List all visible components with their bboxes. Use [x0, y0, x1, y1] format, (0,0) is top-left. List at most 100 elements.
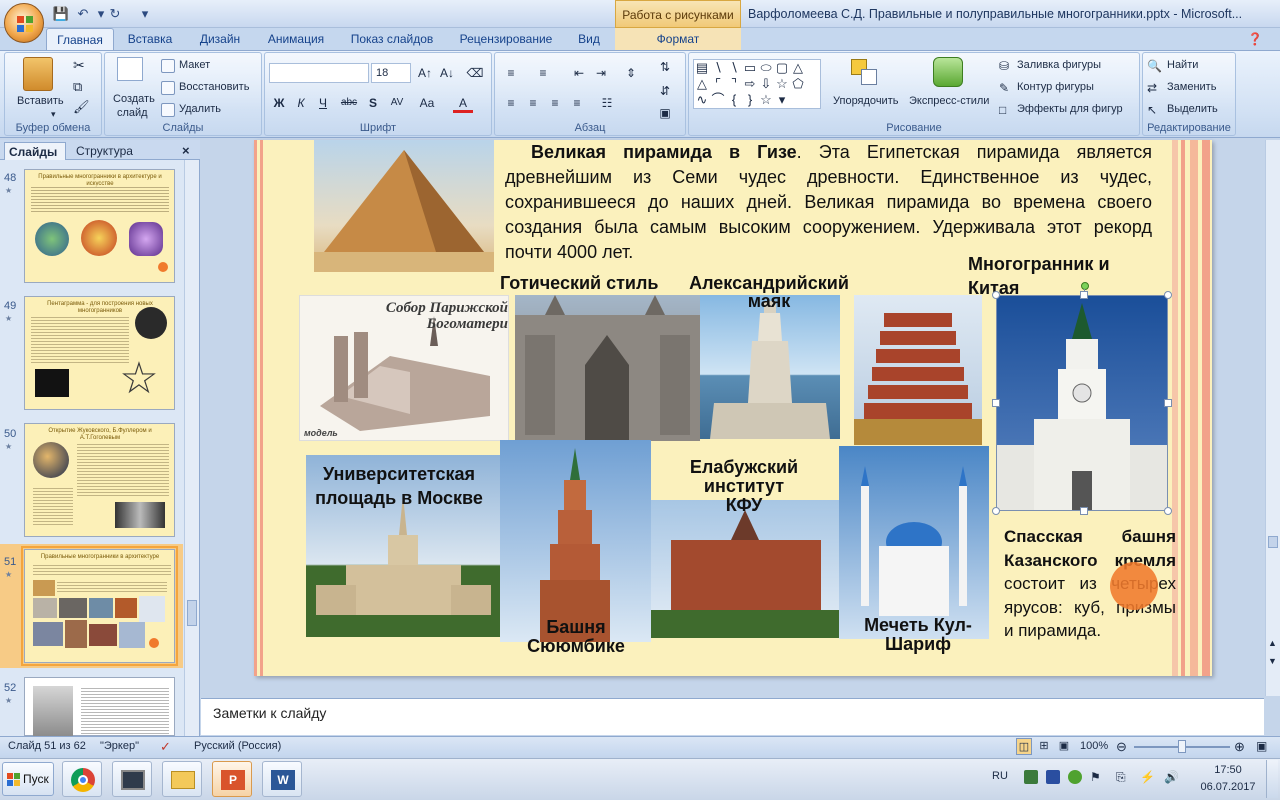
brace-right-shape-icon[interactable]: }: [742, 92, 758, 108]
rounded-rect-shape-icon[interactable]: ▢: [774, 60, 790, 76]
select-button[interactable]: Выделить: [1167, 103, 1218, 115]
zoom-out-icon[interactable]: ⊖: [1116, 738, 1127, 755]
undo-icon[interactable]: ↶: [74, 5, 92, 23]
syuyumbike-image[interactable]: [500, 440, 651, 642]
resize-handle[interactable]: [1080, 507, 1088, 515]
new-slide-button[interactable]: Создать: [113, 93, 155, 105]
font-name-combo[interactable]: [269, 63, 369, 83]
slide-vertical-scrollbar[interactable]: ▲ ▼: [1265, 140, 1280, 696]
pyramid-image[interactable]: [314, 140, 494, 272]
redo-icon[interactable]: ↻: [106, 5, 124, 23]
tab-slides[interactable]: Слайды: [4, 142, 66, 160]
powerpoint-taskbar-button[interactable]: P: [212, 761, 252, 797]
show-desktop-button[interactable]: [1266, 760, 1278, 798]
smartart-icon[interactable]: ▣: [655, 103, 675, 123]
elbow-shape-icon[interactable]: ⌜: [710, 76, 726, 92]
font-color-button[interactable]: A: [453, 93, 473, 113]
fit-to-window-icon[interactable]: ▣: [1256, 738, 1267, 755]
arrow-down-shape-icon[interactable]: ⇩: [758, 76, 774, 92]
replace-button[interactable]: Заменить: [1167, 81, 1216, 93]
pagoda-image[interactable]: [854, 295, 982, 445]
zoom-in-icon[interactable]: ⊕: [1234, 738, 1245, 755]
tab-insert[interactable]: Вставка: [118, 28, 182, 50]
slide-thumbnail-51[interactable]: Правильные многогранники в архитектуре: [21, 546, 178, 666]
slideshow-view-icon[interactable]: ▣: [1056, 738, 1072, 755]
explorer-taskbar-button[interactable]: [162, 761, 202, 797]
notre-dame-image[interactable]: Собор Парижской Богоматери модель: [299, 295, 509, 441]
triangle-shape-icon[interactable]: △: [790, 60, 806, 76]
quick-access-menu-icon[interactable]: ▾: [136, 5, 154, 23]
tab-format[interactable]: Формат: [640, 28, 716, 50]
next-slide-icon[interactable]: ▼: [1268, 656, 1277, 666]
brace-left-shape-icon[interactable]: {: [726, 92, 742, 108]
prev-slide-icon[interactable]: ▲: [1268, 638, 1277, 648]
text-direction-icon[interactable]: ⇅: [655, 57, 675, 77]
lighthouse-image[interactable]: [700, 295, 840, 439]
close-panel-icon[interactable]: ×: [182, 143, 190, 158]
resize-handle[interactable]: [992, 507, 1000, 515]
arrange-icon[interactable]: [849, 57, 879, 87]
chrome-taskbar-button[interactable]: [62, 761, 102, 797]
paste-button[interactable]: Вставить: [17, 95, 64, 107]
kul-sharif-image[interactable]: [839, 446, 989, 639]
resize-handle[interactable]: [992, 291, 1000, 299]
slide-thumbnail-48[interactable]: Правильные многогранники в архитектуре и…: [24, 169, 175, 283]
new-slide-button-label2[interactable]: слайд: [117, 107, 148, 119]
resize-handle[interactable]: [1164, 507, 1172, 515]
star-shape-icon[interactable]: ☆: [774, 76, 790, 92]
save-icon[interactable]: 💾: [52, 5, 70, 23]
curve-shape-icon[interactable]: ∿: [694, 92, 710, 108]
spellcheck-icon[interactable]: ✓: [160, 738, 171, 755]
pentagon-shape-icon[interactable]: ⬠: [790, 76, 806, 92]
paste-icon[interactable]: [23, 57, 53, 91]
italic-button[interactable]: К: [291, 93, 311, 113]
zoom-level[interactable]: 100%: [1080, 738, 1108, 755]
clock-date[interactable]: 06.07.2017: [1196, 781, 1260, 793]
shapes-gallery[interactable]: ▤ ∖ ∖ ▭ ⬭ ▢ △ △ ⌜ ⌝ ⇨ ⇩ ☆ ⬠ ∿ ⌒{} ☆ ▾: [693, 59, 821, 109]
shape-outline-button[interactable]: Контур фигуры: [1017, 81, 1094, 93]
find-button[interactable]: Найти: [1167, 59, 1198, 71]
flag-tray-icon[interactable]: ⚑: [1090, 770, 1104, 784]
clear-format-icon[interactable]: ⌫: [465, 63, 485, 83]
scrollbar-thumb[interactable]: [187, 600, 197, 626]
network-tray-icon[interactable]: [1024, 770, 1038, 784]
resize-handle[interactable]: [1164, 291, 1172, 299]
align-text-icon[interactable]: ⇵: [655, 81, 675, 101]
tab-view[interactable]: Вид: [568, 28, 610, 50]
triangle2-shape-icon[interactable]: △: [694, 76, 710, 92]
strikethrough-button[interactable]: abc: [339, 93, 359, 113]
columns-icon[interactable]: ☷: [597, 93, 617, 113]
change-case-button[interactable]: Aa: [417, 93, 437, 113]
resize-handle[interactable]: [1080, 291, 1088, 299]
grow-font-icon[interactable]: A↑: [415, 63, 435, 83]
cut-icon[interactable]: ✂: [73, 57, 85, 74]
shape-fill-button[interactable]: Заливка фигуры: [1017, 59, 1101, 71]
security-tray-icon[interactable]: [1046, 770, 1060, 784]
keyboard-language[interactable]: RU: [992, 770, 1008, 782]
bullets-icon[interactable]: ≡: [501, 63, 521, 83]
status-tray-icon[interactable]: [1068, 770, 1082, 784]
align-center-icon[interactable]: ≡: [523, 93, 543, 113]
notes-pane[interactable]: Заметки к слайду: [201, 698, 1264, 735]
slides-panel-scrollbar[interactable]: [184, 160, 199, 736]
quick-styles-button[interactable]: Экспресс-стили: [909, 95, 989, 107]
star5-shape-icon[interactable]: ☆: [758, 92, 774, 108]
numbering-icon[interactable]: ≡: [533, 63, 553, 83]
slide-sorter-icon[interactable]: ⊞: [1036, 738, 1052, 755]
tab-design[interactable]: Дизайн: [188, 28, 252, 50]
underline-button[interactable]: Ч: [313, 93, 333, 113]
quick-styles-icon[interactable]: [933, 57, 963, 87]
justify-icon[interactable]: ≡: [567, 93, 587, 113]
slide-thumbnail-52[interactable]: [24, 677, 175, 736]
office-button[interactable]: [4, 3, 44, 43]
arc-shape-icon[interactable]: ⌒: [710, 92, 726, 108]
tab-review[interactable]: Рецензирование: [450, 28, 562, 50]
usb-tray-icon[interactable]: ⎘: [1116, 770, 1130, 784]
word-taskbar-button[interactable]: W: [262, 761, 302, 797]
power-tray-icon[interactable]: ⚡: [1140, 770, 1155, 784]
slide-thumbnail-50[interactable]: Открытие Жуковского, Б.Фуллером и А.Т.Го…: [24, 423, 175, 537]
elbow2-shape-icon[interactable]: ⌝: [726, 76, 742, 92]
normal-view-icon[interactable]: ◫: [1016, 738, 1032, 755]
resize-handle[interactable]: [1164, 399, 1172, 407]
char-spacing-button[interactable]: AV: [387, 93, 407, 113]
